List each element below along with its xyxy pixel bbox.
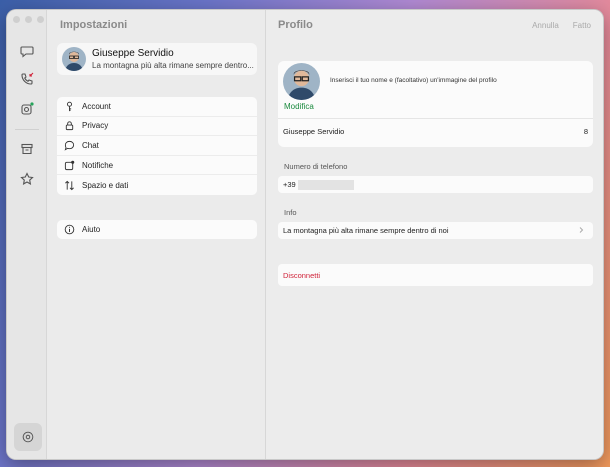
photo-hint: Inserisci il tuo nome e (facoltativo) un… [330,77,497,84]
profile-name: Giuseppe Servidio [92,48,174,59]
menu-label-chat: Chat [82,140,99,150]
name-field[interactable]: Giuseppe Servidio 8 [283,127,588,136]
profile-status: La montagna più alta rimane sempre dentr… [92,61,254,70]
header-actions: Annulla Fatto [532,21,591,30]
phone-icon[interactable] [19,71,35,87]
close-window-button[interactable] [13,16,20,23]
notification-icon [64,160,75,170]
rail-divider [15,129,39,130]
avatar [62,47,86,71]
settings-gear-icon[interactable] [14,423,42,451]
menu-label-spazio-dati: Spazio e dati [82,180,129,190]
star-icon[interactable] [19,171,35,187]
menu-label-notifiche: Notifiche [82,160,114,170]
minimize-window-button[interactable] [25,16,32,23]
disconnect-button[interactable]: Disconnetti [278,264,593,286]
cancel-button[interactable]: Annulla [532,21,559,30]
menu-item-privacy[interactable]: Privacy [57,117,257,137]
left-rail [7,10,47,459]
name-value: Giuseppe Servidio [283,127,345,136]
phone-field: +39 [278,176,593,193]
chat-bubble-icon[interactable] [19,43,35,59]
zoom-window-button[interactable] [37,16,44,23]
key-icon [67,101,72,111]
chat-icon [64,140,75,151]
window-controls [13,16,44,23]
status-icon[interactable] [19,101,35,117]
data-arrows-icon [65,180,74,190]
menu-label-aiuto: Aiuto [82,225,101,234]
menu-label-account: Account [82,101,111,111]
profile-card[interactable]: Giuseppe Servidio La montagna più alta r… [57,43,257,75]
avatar-large[interactable] [283,63,320,100]
menu-item-aiuto[interactable]: Aiuto [57,220,257,239]
menu-item-chat[interactable]: Chat [57,136,257,156]
info-value: La montagna più alta rimane sempre dentr… [283,226,449,235]
archive-icon[interactable] [19,141,35,157]
settings-menu: Account Privacy Chat Notifiche Spazio e … [57,97,257,195]
profile-photo-card: Modifica Inserisci il tuo nome e (facolt… [278,61,593,147]
phone-label: Numero di telefono [284,162,348,171]
menu-item-spazio-dati[interactable]: Spazio e dati [57,175,257,195]
done-button[interactable]: Fatto [573,21,591,30]
menu-item-account[interactable]: Account [57,97,257,117]
info-field[interactable]: La montagna più alta rimane sempre dentr… [278,222,593,239]
card-divider [278,118,593,119]
profile-title: Profilo [278,19,313,31]
phone-number-redacted [297,179,354,190]
menu-label-privacy: Privacy [82,121,109,131]
disconnect-label: Disconnetti [283,270,321,280]
app-window: Impostazioni Giuseppe Servidio La montag… [6,9,604,460]
edit-photo-button[interactable]: Modifica [284,102,314,111]
chevron-right-icon [579,227,584,233]
profile-pane: Profilo Annulla Fatto Modifica Inserisci… [266,10,603,459]
info-label: Info [284,208,297,217]
name-char-counter: 8 [583,127,588,136]
settings-title: Impostazioni [60,19,128,31]
info-icon [64,224,75,235]
menu-item-notifiche[interactable]: Notifiche [57,156,257,176]
phone-prefix: +39 [283,180,296,189]
lock-icon [65,121,74,131]
settings-pane: Impostazioni Giuseppe Servidio La montag… [47,10,266,459]
